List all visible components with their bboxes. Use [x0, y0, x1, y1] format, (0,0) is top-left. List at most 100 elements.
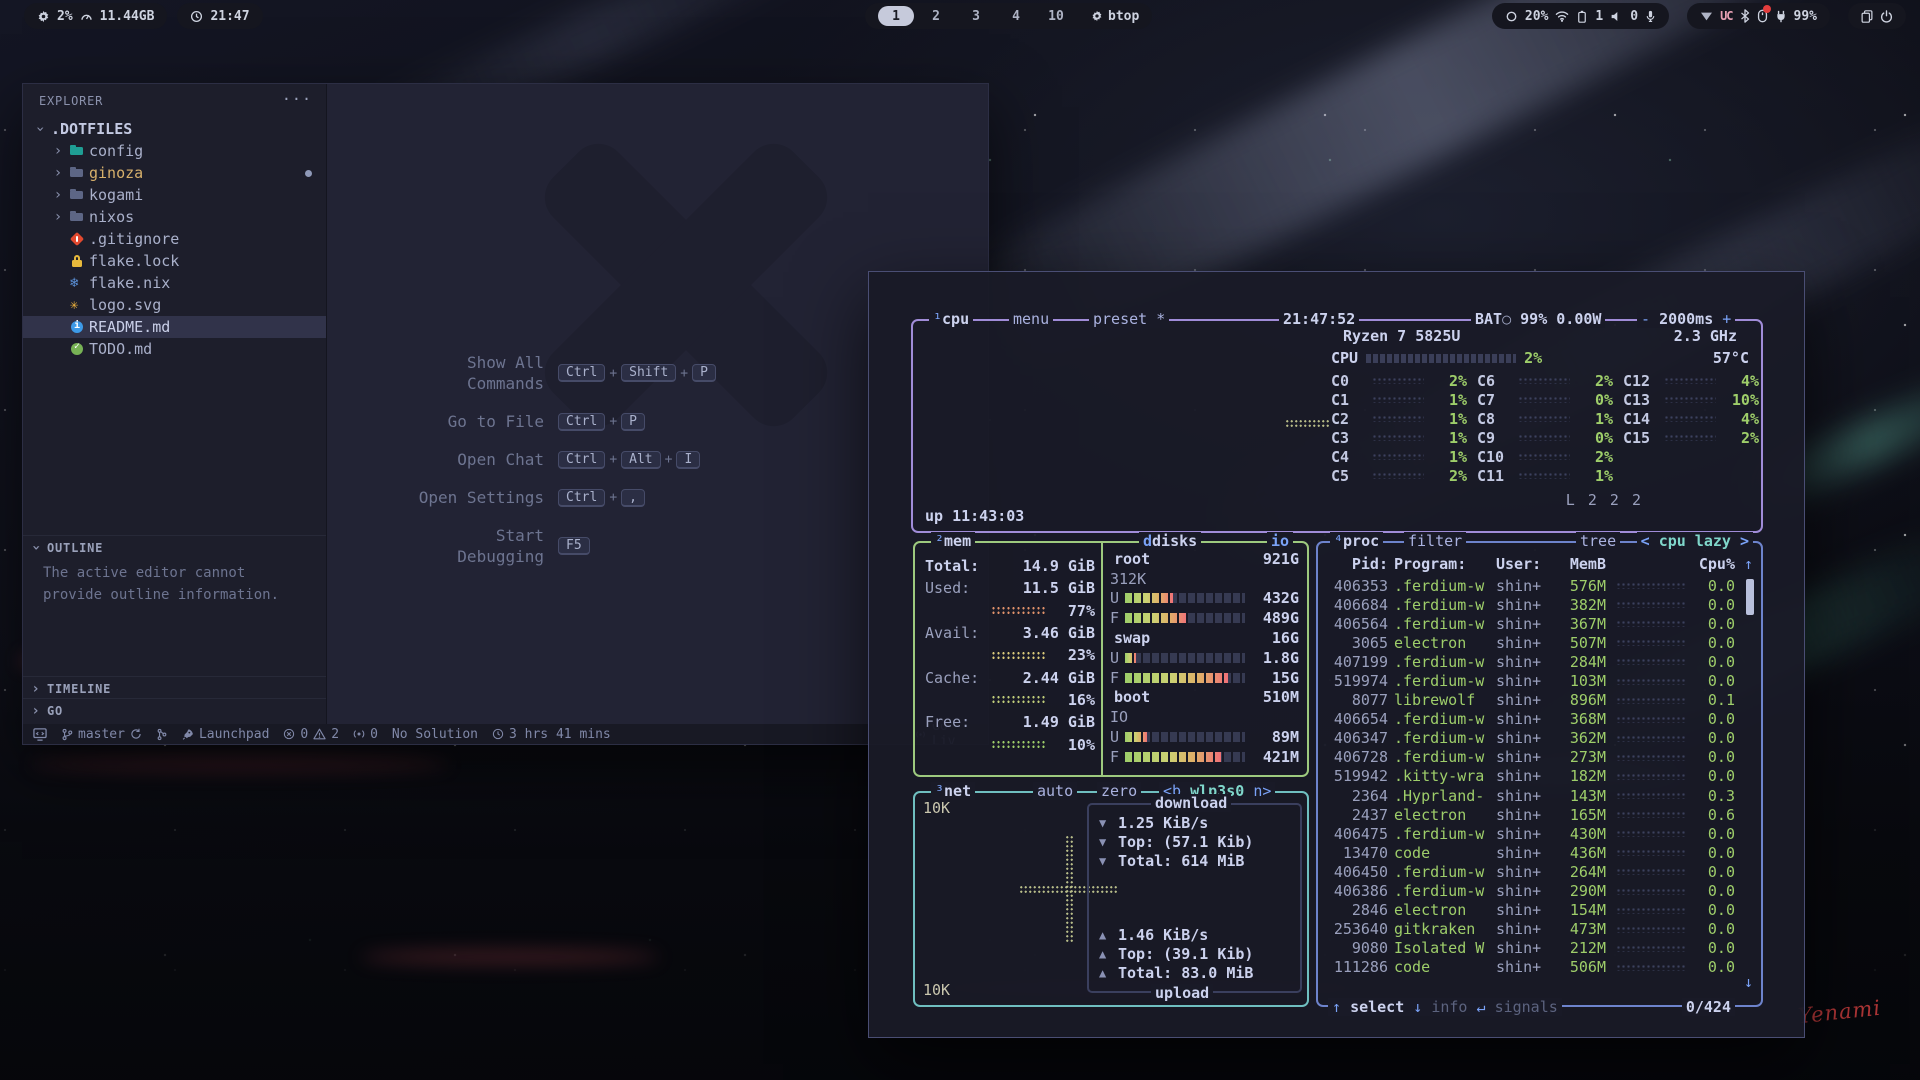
sort-prev-key[interactable]: < — [1641, 532, 1650, 550]
session-pill[interactable] — [1848, 3, 1906, 29]
preset-button[interactable]: preset * — [1089, 310, 1169, 328]
col-mem[interactable]: MemB — [1560, 555, 1606, 573]
process-mem: 143M — [1560, 787, 1606, 805]
select-down-key[interactable]: ↓ — [1413, 998, 1422, 1016]
file-row[interactable]: flake.lock — [23, 250, 326, 272]
solution-status[interactable]: No Solution — [392, 727, 478, 742]
col-pid[interactable]: Pid: — [1326, 555, 1388, 573]
mem-cache-percent: 16% — [1047, 691, 1095, 709]
process-row[interactable]: 406386 .ferdium-w shin+ 290M 0.0 — [1326, 882, 1735, 901]
process-row[interactable]: 3065 electron shin+ 507M 0.0 — [1326, 633, 1735, 652]
filter-button[interactable]: filter — [1404, 532, 1466, 550]
interval-decrease-button[interactable]: - — [1641, 310, 1650, 328]
process-user: shin+ — [1496, 806, 1554, 824]
process-row[interactable]: 519974 .ferdium-w shin+ 103M 0.0 — [1326, 671, 1735, 690]
launchpad-button[interactable]: Launchpad — [182, 727, 269, 742]
interval-increase-button[interactable]: + — [1722, 310, 1731, 328]
info-button[interactable]: info — [1431, 998, 1467, 1016]
clock-pill[interactable]: 21:47 — [177, 3, 262, 29]
process-row[interactable]: 406654 .ferdium-w shin+ 368M 0.0 — [1326, 710, 1735, 729]
file-row[interactable]: logo.svg — [23, 294, 326, 316]
cpu-temperature: 57°C — [1713, 349, 1749, 367]
process-pid: 406347 — [1326, 729, 1388, 747]
core-meter — [1372, 415, 1424, 422]
workspace-button[interactable]: 3 — [958, 6, 994, 26]
process-row[interactable]: 2437 electron shin+ 165M 0.6 — [1326, 805, 1735, 824]
shortcut-label: Go to File — [412, 411, 544, 432]
proc-scrollbar[interactable] — [1746, 579, 1754, 615]
signals-button[interactable]: signals — [1495, 998, 1558, 1016]
outline-section-header[interactable]: › OUTLINE — [23, 535, 326, 560]
git-branch-status[interactable]: master — [61, 727, 142, 742]
file-row[interactable]: README.md — [23, 316, 326, 338]
mem-tab-number: ² — [935, 532, 944, 550]
workspace-button[interactable]: 1 — [878, 6, 914, 26]
process-row[interactable]: 406684 .ferdium-w shin+ 382M 0.0 — [1326, 595, 1735, 614]
core-name: C6 — [1477, 372, 1513, 390]
tray-pill[interactable]: UC 99% — [1687, 3, 1830, 29]
select-up-key[interactable]: ↑ — [1332, 998, 1341, 1016]
file-row[interactable]: › ginoza — [23, 162, 326, 184]
chevron-right-icon: › — [29, 703, 43, 719]
cpu-total-percent: 2% — [1524, 349, 1542, 367]
col-program[interactable]: Program: — [1394, 555, 1490, 573]
tree-button[interactable]: tree — [1576, 532, 1620, 550]
active-window-widget[interactable]: btop — [1091, 9, 1139, 24]
cpu-tab[interactable]: ¹cpu — [929, 310, 973, 328]
signals-key[interactable]: ↵ — [1477, 998, 1486, 1016]
process-row[interactable]: 9080 Isolated W shin+ 212M 0.0 — [1326, 939, 1735, 958]
net-tab[interactable]: ³net — [931, 782, 975, 800]
file-row[interactable]: › nixos — [23, 206, 326, 228]
io-tab[interactable]: io — [1267, 532, 1293, 550]
workspace-button[interactable]: 4 — [998, 6, 1034, 26]
process-row[interactable]: 406450 .ferdium-w shin+ 264M 0.0 — [1326, 862, 1735, 881]
problems-status[interactable]: 0 2 — [283, 727, 339, 742]
remote-indicator[interactable] — [33, 728, 47, 741]
more-actions-icon[interactable]: ··· — [282, 90, 312, 108]
process-row[interactable]: 2846 electron shin+ 154M 0.0 — [1326, 901, 1735, 920]
net-auto-button[interactable]: auto — [1033, 782, 1077, 800]
file-row[interactable]: › kogami — [23, 184, 326, 206]
git-graph-button[interactable] — [156, 728, 168, 741]
tree-root-row[interactable]: › .DOTFILES — [23, 118, 326, 140]
devices-pill[interactable]: 20% 1 0 — [1492, 3, 1669, 29]
col-cpu[interactable]: Cpu% — [1695, 555, 1735, 573]
go-section-header[interactable]: › GO — [23, 698, 326, 723]
process-row[interactable]: 111286 code shin+ 506M 0.0 — [1326, 958, 1735, 977]
process-row[interactable]: 406353 .ferdium-w shin+ 576M 0.0 — [1326, 576, 1735, 595]
workspace-button[interactable]: 10 — [1038, 6, 1074, 26]
process-cpu: 0.0 — [1695, 615, 1735, 633]
file-row[interactable]: flake.nix — [23, 272, 326, 294]
download-total: Total: 614 MiB — [1118, 852, 1244, 870]
process-row[interactable]: 406564 .ferdium-w shin+ 367M 0.0 — [1326, 614, 1735, 633]
file-row[interactable]: › config — [23, 140, 326, 162]
disks-tab[interactable]: ddisks — [1139, 532, 1201, 550]
sort-next-key[interactable]: > — [1740, 532, 1749, 550]
select-button[interactable]: select — [1350, 998, 1404, 1016]
proc-tab[interactable]: ⁴proc — [1330, 532, 1383, 550]
system-stats-pill[interactable]: 2% 11.44GB — [24, 3, 167, 29]
ports-status[interactable]: 0 — [353, 727, 378, 742]
net-zero-button[interactable]: zero — [1097, 782, 1141, 800]
process-row[interactable]: 519942 .kitty-wra shin+ 182M 0.0 — [1326, 767, 1735, 786]
process-row[interactable]: 253640 gitkraken shin+ 473M 0.0 — [1326, 920, 1735, 939]
file-row[interactable]: .gitignore — [23, 228, 326, 250]
col-user[interactable]: User: — [1496, 555, 1554, 573]
speaker-icon — [1610, 10, 1623, 23]
process-row[interactable]: 406347 .ferdium-w shin+ 362M 0.0 — [1326, 729, 1735, 748]
process-row[interactable]: 406475 .ferdium-w shin+ 430M 0.0 — [1326, 824, 1735, 843]
workspace-button[interactable]: 2 — [918, 6, 954, 26]
process-row[interactable]: 2364 .Hyprland- shin+ 143M 0.3 — [1326, 786, 1735, 805]
time-tracker-status[interactable]: 3 hrs 41 mins — [492, 727, 611, 742]
process-row[interactable]: 13470 code shin+ 436M 0.0 — [1326, 843, 1735, 862]
process-row[interactable]: 406728 .ferdium-w shin+ 273M 0.0 — [1326, 748, 1735, 767]
process-row[interactable]: 8077 librewolf shin+ 896M 0.1 — [1326, 691, 1735, 710]
mem-tab[interactable]: ²mem — [931, 532, 975, 550]
proc-table-header[interactable]: Pid: Program: User: MemB Cpu% — [1326, 555, 1735, 573]
process-name: .ferdium-w — [1394, 882, 1490, 900]
file-row[interactable]: TODO.md — [23, 338, 326, 360]
process-row[interactable]: 407199 .ferdium-w shin+ 284M 0.0 — [1326, 652, 1735, 671]
sort-selector[interactable]: < cpu lazy > — [1637, 532, 1753, 550]
scroll-down-icon[interactable]: ↓ — [1744, 973, 1753, 991]
menu-button[interactable]: menu — [1009, 310, 1053, 328]
